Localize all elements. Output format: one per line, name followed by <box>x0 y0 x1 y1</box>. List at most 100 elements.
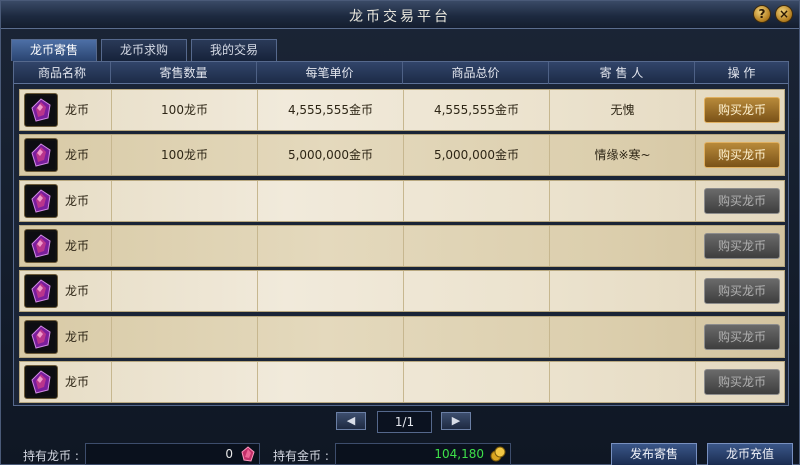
table-row: 龙币 100龙币 4,555,555金币 4,555,555金币 无愧 购买龙币 <box>19 89 785 131</box>
item-name: 龙币 <box>65 329 90 344</box>
unit-price-cell <box>258 271 404 312</box>
action-cell: 购买龙币 <box>696 362 784 402</box>
total-price-cell: 5,000,000金币 <box>404 135 550 176</box>
dragon-coin-gem-icon <box>24 183 58 218</box>
header-total-price: 商品总价 <box>403 62 549 84</box>
item-name-cell: 龙币 <box>20 225 112 266</box>
seller-cell <box>550 180 696 221</box>
item-name-cell: 龙币 <box>20 135 112 176</box>
table-row: 龙币 购买龙币 <box>19 270 785 313</box>
seller-cell <box>550 271 696 312</box>
action-cell: 购买龙币 <box>696 271 784 311</box>
buy-dragon-coin-button[interactable]: 购买龙币 <box>704 368 780 395</box>
unit-price-cell <box>258 180 404 221</box>
table-row: 龙币 购买龙币 <box>19 315 785 358</box>
buy-dragon-coin-button[interactable]: 购买龙币 <box>704 97 780 123</box>
prev-page-button[interactable]: ◀ <box>336 412 366 430</box>
action-cell: 购买龙币 <box>696 317 784 357</box>
header-unit-price: 每笔单价 <box>257 62 403 84</box>
page-indicator: 1/1 <box>377 411 432 433</box>
header-quantity: 寄售数量 <box>111 62 257 84</box>
header-seller: 寄 售 人 <box>549 62 695 84</box>
seller-cell: 情缘※寒~ <box>550 135 696 176</box>
unit-price-cell <box>258 361 404 402</box>
action-cell: 购买龙币 <box>696 90 784 130</box>
table-row: 龙币 100龙币 5,000,000金币 5,000,000金币 情缘※寒~ 购买龙币 <box>19 134 785 177</box>
tab-my-trades[interactable]: 我的交易 <box>191 39 277 61</box>
quantity-cell: 100龙币 <box>112 135 258 176</box>
buy-dragon-coin-button[interactable]: 购买龙币 <box>704 278 780 305</box>
item-name: 龙币 <box>65 238 90 253</box>
buy-dragon-coin-button[interactable]: 购买龙币 <box>704 187 780 214</box>
gold-coins-icon <box>490 446 506 462</box>
table-row: 龙币 购买龙币 <box>19 224 785 267</box>
gold-label: 持有金币 : <box>273 449 329 463</box>
unit-price-cell <box>258 316 404 357</box>
help-button[interactable]: ? <box>753 5 771 23</box>
publish-consignment-button[interactable]: 发布寄售 <box>611 443 697 465</box>
total-price-cell <box>404 180 550 221</box>
action-cell: 购买龙币 <box>696 226 784 266</box>
item-name: 龙币 <box>65 103 90 117</box>
gold-value: 104,180 <box>434 447 484 461</box>
item-name-cell: 龙币 <box>20 316 112 357</box>
table-header: 商品名称 寄售数量 每笔单价 商品总价 寄 售 人 操 作 <box>14 62 788 84</box>
unit-price-cell: 5,000,000金币 <box>258 135 404 176</box>
dragon-coin-gem-icon <box>24 138 58 173</box>
total-price-cell: 4,555,555金币 <box>404 90 550 130</box>
pagination: ◀ 1/1 ▶ <box>1 411 800 433</box>
quantity-cell <box>112 180 258 221</box>
item-name: 龙币 <box>65 148 90 163</box>
buy-dragon-coin-button[interactable]: 购买龙币 <box>704 142 780 169</box>
dragon-coin-value: 0 <box>225 447 233 461</box>
next-page-button[interactable]: ▶ <box>441 412 471 430</box>
quantity-cell <box>112 361 258 402</box>
window-title: 龙币交易平台 <box>349 9 451 25</box>
table-row: 龙币 购买龙币 <box>19 179 785 222</box>
seller-cell <box>550 225 696 266</box>
quantity-cell: 100龙币 <box>112 90 258 130</box>
dragon-coin-gem-icon <box>24 319 58 354</box>
seller-cell <box>550 316 696 357</box>
buy-dragon-coin-button[interactable]: 购买龙币 <box>704 323 780 350</box>
table-row: 龙币 购买龙币 <box>19 360 785 403</box>
dragon-coin-label: 持有龙币 : <box>23 449 79 463</box>
seller-cell: 无愧 <box>550 90 696 130</box>
dragon-coin-gem-icon <box>24 364 58 399</box>
quantity-cell <box>112 225 258 266</box>
seller-cell <box>550 361 696 402</box>
item-name-cell: 龙币 <box>20 180 112 221</box>
unit-price-cell: 4,555,555金币 <box>258 90 404 130</box>
dragon-coin-gem-icon <box>24 228 58 263</box>
unit-price-cell <box>258 225 404 266</box>
quantity-cell <box>112 271 258 312</box>
close-button[interactable]: × <box>775 5 793 23</box>
action-cell: 购买龙币 <box>696 181 784 221</box>
gold-balance: 104,180 <box>335 443 511 465</box>
item-name: 龙币 <box>65 193 90 208</box>
quantity-cell <box>112 316 258 357</box>
total-price-cell <box>404 316 550 357</box>
item-name-cell: 龙币 <box>20 361 112 402</box>
dragon-coin-gem-icon <box>24 93 58 127</box>
tab-purchase-request[interactable]: 龙币求购 <box>101 39 187 61</box>
tab-consignment[interactable]: 龙币寄售 <box>11 39 97 61</box>
total-price-cell <box>404 361 550 402</box>
header-action: 操 作 <box>727 66 756 80</box>
total-price-cell <box>404 271 550 312</box>
header-item-name: 商品名称 <box>14 62 111 84</box>
dragon-coin-gem-icon <box>241 446 255 462</box>
listing-table: 商品名称 寄售数量 每笔单价 商品总价 寄 售 人 操 作 龙币 100龙币 4,5… <box>13 61 789 406</box>
item-name-cell: 龙币 <box>20 271 112 312</box>
buy-dragon-coin-button[interactable]: 购买龙币 <box>704 232 780 259</box>
item-name: 龙币 <box>65 374 90 389</box>
action-cell: 购买龙币 <box>696 135 784 175</box>
recharge-dragon-coin-button[interactable]: 龙币充值 <box>707 443 793 465</box>
title-bar[interactable]: 龙币交易平台 ? × <box>1 1 799 29</box>
item-name-cell: 龙币 <box>20 90 112 130</box>
dragon-coin-gem-icon <box>24 274 58 309</box>
footer-bar: 持有龙币 : 0 持有金币 : 104,180 发布寄售 龙币充值 <box>1 443 800 465</box>
dragon-coin-balance: 0 <box>85 443 260 465</box>
dragon-coin-trade-window: 龙币交易平台 ? × 龙币寄售 龙币求购 我的交易 商品名称 寄售数量 每笔单价… <box>0 0 800 465</box>
total-price-cell <box>404 225 550 266</box>
